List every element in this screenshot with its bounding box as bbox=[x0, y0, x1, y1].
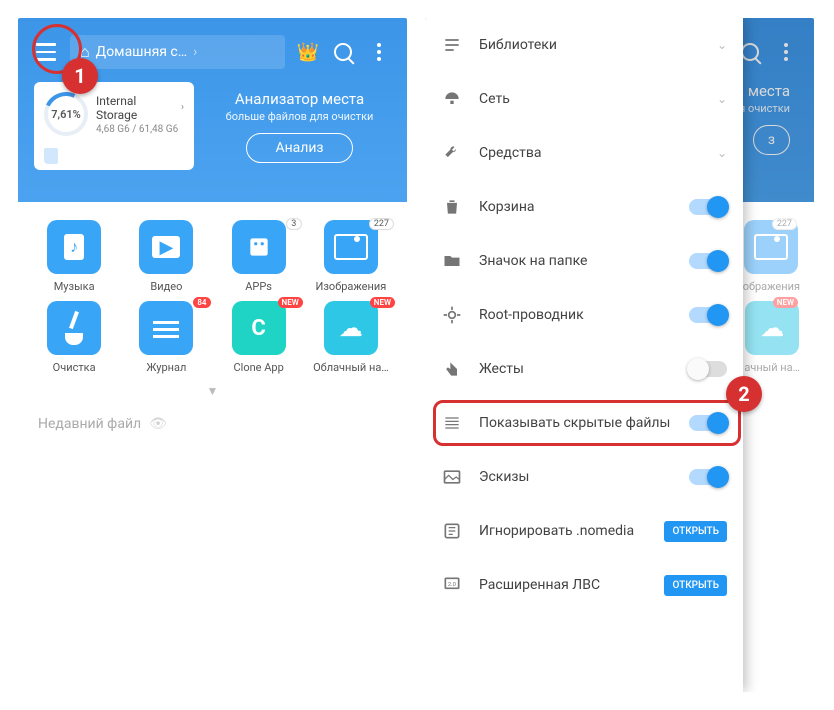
gesture-icon bbox=[441, 359, 463, 379]
drawer-folder-icon[interactable]: Значок на папке bbox=[425, 234, 743, 288]
callout-2: 2 bbox=[726, 376, 762, 412]
grid-log[interactable]: 84Журнал bbox=[120, 301, 212, 374]
search-button[interactable] bbox=[325, 34, 361, 70]
more-icon bbox=[377, 43, 381, 61]
drawer-libraries[interactable]: Библиотеки ⌄ bbox=[425, 18, 743, 72]
breadcrumb-text: Домашняя с… bbox=[96, 44, 187, 60]
toggle-trash[interactable] bbox=[689, 199, 727, 215]
broom-icon bbox=[47, 301, 101, 355]
analyze-button-dim: з bbox=[753, 125, 790, 155]
toggle-thumbs[interactable] bbox=[689, 469, 727, 485]
drawer-root[interactable]: Root-проводник bbox=[425, 288, 743, 342]
hamburger-icon bbox=[36, 43, 56, 61]
open-nomedia-button[interactable]: ОТКРЫТЬ bbox=[664, 521, 727, 542]
trash-icon bbox=[441, 197, 463, 217]
grid-video[interactable]: Видео bbox=[120, 220, 212, 293]
drawer-tools[interactable]: Средства ⌄ bbox=[425, 126, 743, 180]
grid-cloud[interactable]: NEWОблачный на… bbox=[305, 301, 397, 374]
grid-music[interactable]: Музыка bbox=[28, 220, 120, 293]
phone-right: места я очистки з 227ображения NEWачный … bbox=[425, 18, 814, 692]
toggle-hidden[interactable] bbox=[689, 415, 727, 431]
sd-card-icon bbox=[44, 148, 58, 164]
crown-icon[interactable]: 👑 bbox=[295, 39, 321, 65]
callout-1: 1 bbox=[62, 58, 98, 94]
grid-cloud-dim: NEWачный на… bbox=[744, 301, 800, 374]
clone-icon bbox=[232, 301, 286, 355]
grid-clone[interactable]: NEWClone App bbox=[213, 301, 305, 374]
hidden-files-icon bbox=[441, 413, 463, 433]
drawer-nomedia[interactable]: Игнорировать .nomedia ОТКРЫТЬ bbox=[425, 504, 743, 558]
drawer-hidden-files[interactable]: Показывать скрытые файлы bbox=[425, 396, 743, 450]
apps-icon bbox=[232, 220, 286, 274]
clone-badge: NEW bbox=[278, 297, 303, 308]
music-icon bbox=[47, 220, 101, 274]
chevron-down-icon: ⌄ bbox=[717, 38, 727, 52]
storage-name: Internal Storage bbox=[96, 94, 178, 122]
drawer-thumbs[interactable]: Эскизы bbox=[425, 450, 743, 504]
lan-icon: 2.0 bbox=[441, 575, 463, 595]
grid-images[interactable]: 227Изображения bbox=[305, 220, 397, 293]
apps-badge: 3 bbox=[286, 218, 302, 230]
thumbs-icon bbox=[441, 467, 463, 487]
drawer-lan[interactable]: 2.0 Расширенная ЛВС ОТКРЫТЬ bbox=[425, 558, 743, 612]
analyzer-title: Анализатор места bbox=[208, 90, 391, 108]
settings-drawer: Библиотеки ⌄ Сеть ⌄ Средства ⌄ Корзина З… bbox=[425, 18, 743, 692]
toggle-folder-icon[interactable] bbox=[689, 253, 727, 269]
books-icon bbox=[441, 35, 463, 55]
search-icon bbox=[334, 43, 352, 61]
folder-icon bbox=[441, 251, 463, 271]
toggle-root[interactable] bbox=[689, 307, 727, 323]
more-button bbox=[768, 34, 804, 70]
log-badge: 84 bbox=[193, 297, 210, 308]
cloud-icon bbox=[324, 301, 378, 355]
header: ⌂ Домашняя с… › 👑 7,61% Internal Storage… bbox=[18, 18, 407, 202]
chevron-down-icon: ⌄ bbox=[717, 146, 727, 160]
menu-button[interactable] bbox=[28, 34, 64, 70]
log-icon bbox=[139, 301, 193, 355]
nomedia-icon bbox=[441, 521, 463, 541]
images-badge: 227 bbox=[369, 218, 394, 230]
eye-off-icon: 👁 bbox=[149, 416, 167, 432]
phone-left: ⌂ Домашняя с… › 👑 7,61% Internal Storage… bbox=[18, 18, 407, 692]
analyze-button[interactable]: Анализ bbox=[246, 133, 352, 163]
drawer-trash[interactable]: Корзина bbox=[425, 180, 743, 234]
recent-files[interactable]: Недавний файл 👁 bbox=[18, 402, 407, 446]
expand-arrow[interactable]: ▼ bbox=[18, 380, 407, 402]
drawer-gestures[interactable]: Жесты bbox=[425, 342, 743, 396]
grid-images-dim: 227ображения bbox=[743, 220, 800, 293]
cloud-badge: NEW bbox=[370, 297, 395, 308]
storage-size: 4,68 G6 / 61,48 G6 bbox=[96, 124, 184, 135]
grid-clean[interactable]: Очистка bbox=[28, 301, 120, 374]
wrench-icon bbox=[441, 143, 463, 163]
svg-text:2.0: 2.0 bbox=[448, 582, 456, 588]
chevron-right-icon: › bbox=[193, 44, 197, 60]
root-icon bbox=[441, 305, 463, 325]
drawer-network[interactable]: Сеть ⌄ bbox=[425, 72, 743, 126]
toggle-gestures[interactable] bbox=[689, 361, 727, 377]
more-button[interactable] bbox=[361, 34, 397, 70]
analyzer-subtitle: больше файлов для очистки bbox=[208, 110, 391, 123]
video-icon bbox=[139, 220, 193, 274]
storage-card[interactable]: 7,61% Internal Storage› 4,68 G6 / 61,48 … bbox=[34, 82, 194, 170]
chevron-down-icon: ⌄ bbox=[717, 92, 727, 106]
category-grid: Музыка Видео 3APPs 227Изображения Очистк… bbox=[18, 202, 407, 380]
chevron-right-icon: › bbox=[181, 102, 184, 113]
breadcrumb[interactable]: ⌂ Домашняя с… › bbox=[70, 35, 285, 69]
open-lan-button[interactable]: ОТКРЫТЬ bbox=[664, 575, 727, 596]
network-icon bbox=[441, 89, 463, 109]
storage-percent: 7,61% bbox=[44, 92, 88, 136]
grid-apps[interactable]: 3APPs bbox=[213, 220, 305, 293]
